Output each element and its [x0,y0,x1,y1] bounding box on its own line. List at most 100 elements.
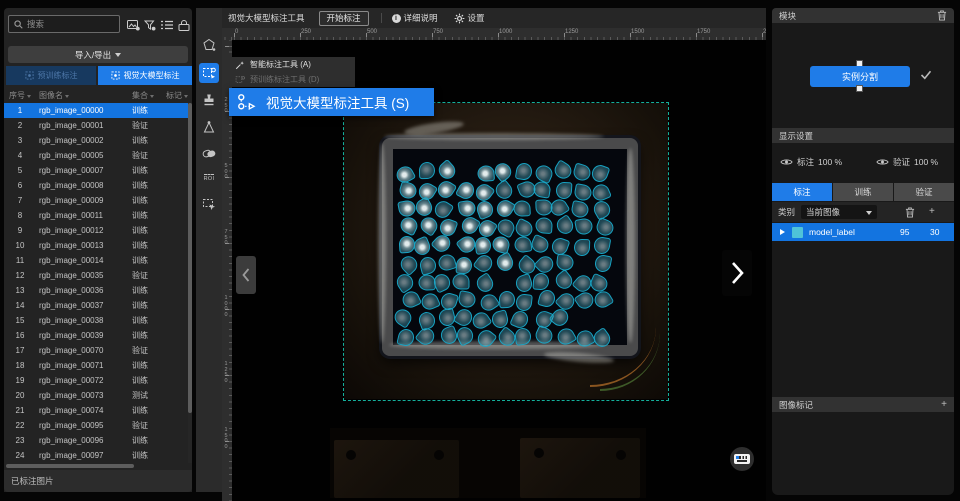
table-row[interactable]: 1 rgb_image_00000 训练 [4,103,192,118]
annotation-mask[interactable] [499,291,516,309]
annotation-mask[interactable] [475,327,498,350]
trash-icon[interactable] [905,207,915,218]
annotation-mask[interactable] [573,238,590,256]
annotation-mask[interactable] [574,289,597,312]
tab-validation[interactable]: 验证 [894,183,954,201]
annotation-mask[interactable] [592,288,615,310]
vlm-annotate-tool[interactable] [199,63,219,83]
table-row[interactable]: 5 rgb_image_00007 训练 [4,163,192,178]
table-row[interactable]: 18 rgb_image_00071 训练 [4,358,192,373]
table-row[interactable]: 13 rgb_image_00036 训练 [4,283,192,298]
annotation-mask[interactable] [589,163,610,184]
import-export-button[interactable]: 导入/导出 [8,46,188,63]
horizontal-scrollbar[interactable] [6,464,186,468]
add-label-button[interactable]: + [929,207,935,217]
annotation-mask[interactable] [529,233,551,255]
display-annotation-opacity[interactable]: 标注 100 % [780,156,842,168]
table-row[interactable]: 9 rgb_image_00012 训练 [4,223,192,238]
annotation-mask[interactable] [533,181,552,199]
annotation-mask[interactable] [452,273,469,289]
annotation-mask[interactable] [418,255,438,276]
table-row[interactable]: 21 rgb_image_00074 训练 [4,403,192,418]
annotation-mask[interactable] [515,161,533,180]
annotation-mask[interactable] [570,200,590,219]
table-row[interactable]: 7 rgb_image_00009 训练 [4,193,192,208]
table-row[interactable]: 22 rgb_image_00095 验证 [4,418,192,433]
tab-annotation[interactable]: 标注 [772,183,832,201]
annotation-mask[interactable] [413,196,435,219]
annotation-mask[interactable] [573,183,593,202]
polygon-tool[interactable] [199,35,219,55]
annotation-mask[interactable] [414,325,437,348]
category-scope-dropdown[interactable]: 当前图像 [801,205,877,219]
col-mark[interactable]: 标记 [166,90,192,101]
stamp-tool[interactable] [199,90,219,110]
annotation-mask[interactable] [475,198,496,220]
annotation-mask[interactable] [470,309,493,332]
annotation-mask[interactable] [455,179,477,202]
annotation-mask[interactable] [457,290,477,309]
table-row[interactable]: 16 rgb_image_00039 训练 [4,328,192,343]
table-row[interactable]: 17 rgb_image_00070 验证 [4,343,192,358]
annotation-mask[interactable] [397,253,420,276]
annotation-mask[interactable] [534,217,552,234]
table-row[interactable]: 19 rgb_image_00072 训练 [4,373,192,388]
label-list-item[interactable]: model_label 95 30 [772,223,954,241]
table-row[interactable]: 3 rgb_image_00002 训练 [4,133,192,148]
annotation-mask[interactable] [537,288,557,309]
table-row[interactable]: 10 rgb_image_00013 训练 [4,238,192,253]
annotation-mask[interactable] [594,217,616,238]
annotation-mask[interactable] [459,214,481,237]
list-view-icon[interactable] [160,19,174,31]
table-row[interactable]: 2 rgb_image_00001 验证 [4,118,192,133]
annotation-mask[interactable] [398,215,420,237]
menu-item-pretrain-annotate[interactable]: 预训练标注工具 (D) [229,72,355,87]
annotation-mask[interactable] [417,214,440,237]
annotation-mask[interactable] [495,216,517,238]
annotation-mask[interactable] [397,199,417,218]
menu-item-vlm-annotate[interactable]: 视觉大模型标注工具 (S) [229,88,434,116]
table-row[interactable]: 15 rgb_image_00038 训练 [4,313,192,328]
annotation-mask[interactable] [513,272,534,293]
annotation-mask[interactable] [494,252,516,275]
display-validation-opacity[interactable]: 验证 100 % [876,156,938,168]
annotation-mask[interactable] [454,325,476,347]
annotation-mask[interactable] [419,290,441,312]
keyboard-shortcuts-button[interactable] [730,447,754,471]
annotation-mask[interactable] [477,165,495,182]
node-connector-bottom[interactable] [856,85,863,92]
annotation-mask[interactable] [514,327,532,346]
eye-icon[interactable] [876,158,889,166]
annotation-mask[interactable] [411,236,432,258]
next-image-button[interactable] [722,250,752,296]
image-filter-icon[interactable] [126,19,140,31]
annotation-mask[interactable] [457,199,476,217]
annotation-mask[interactable] [593,253,612,273]
table-row[interactable]: 12 rgb_image_00035 验证 [4,268,192,283]
annotation-mask[interactable] [555,326,578,348]
annotation-mask[interactable] [472,252,495,275]
table-row[interactable]: 4 rgb_image_00005 验证 [4,148,192,163]
annotation-mask[interactable] [513,235,532,253]
annotation-mask[interactable] [532,272,549,290]
table-row[interactable]: 8 rgb_image_00011 训练 [4,208,192,223]
table-row[interactable]: 11 rgb_image_00014 训练 [4,253,192,268]
table-row[interactable]: 20 rgb_image_00073 测试 [4,388,192,403]
annotation-mask[interactable] [572,162,593,182]
table-row[interactable]: 24 rgb_image_00097 训练 [4,448,192,463]
annotation-mask[interactable] [432,198,455,221]
tab-training[interactable]: 训练 [833,183,893,201]
annotation-mask[interactable] [556,253,575,271]
module-node-instance-segmentation[interactable]: 实例分割 [810,66,910,87]
table-row[interactable]: 6 rgb_image_00008 训练 [4,178,192,193]
annotation-mask[interactable] [431,271,453,293]
tab-pretrain-annotation[interactable]: 预训练标注 [6,66,96,85]
annotation-mask[interactable] [515,293,533,312]
previous-image-button[interactable] [236,256,256,294]
polygon-measure-tool[interactable] [199,117,219,137]
start-annotation-button[interactable]: 开始标注 [319,11,369,26]
mask-eraser-tool[interactable] [199,143,219,163]
annotation-mask[interactable] [474,236,492,255]
menu-item-smart-annotate[interactable]: 智能标注工具 (A) [229,57,355,72]
eye-icon[interactable] [780,158,793,166]
